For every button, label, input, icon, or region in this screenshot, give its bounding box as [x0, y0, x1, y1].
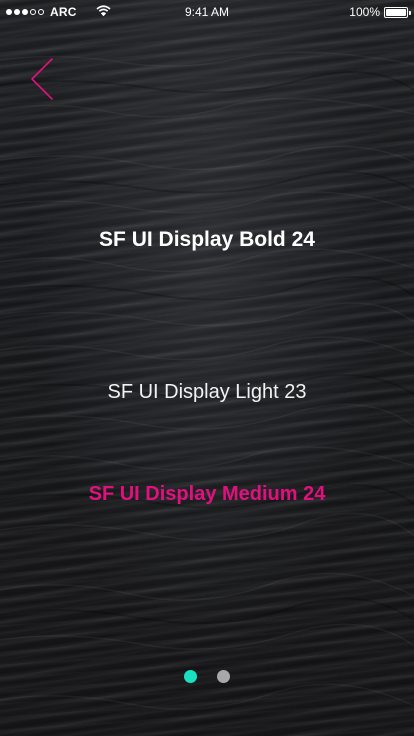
battery-status: 100% — [349, 5, 411, 19]
font-sample-bold: SF UI Display Bold 24 — [99, 228, 315, 251]
battery-percentage: 100% — [349, 5, 380, 19]
status-bar: ARC 9:41 AM 100% — [0, 0, 414, 24]
font-sample-medium: SF UI Display Medium 24 — [88, 483, 326, 505]
water-texture — [0, 51, 414, 710]
page-dot[interactable] — [217, 670, 230, 683]
page-indicator[interactable] — [0, 670, 414, 683]
chevron-left-icon[interactable] — [26, 56, 60, 102]
battery-icon — [384, 6, 411, 18]
font-sample-light: SF UI Display Light 23 — [107, 381, 307, 403]
page-dot[interactable] — [184, 670, 197, 683]
battery-level — [386, 8, 406, 16]
screen-background — [0, 0, 414, 736]
